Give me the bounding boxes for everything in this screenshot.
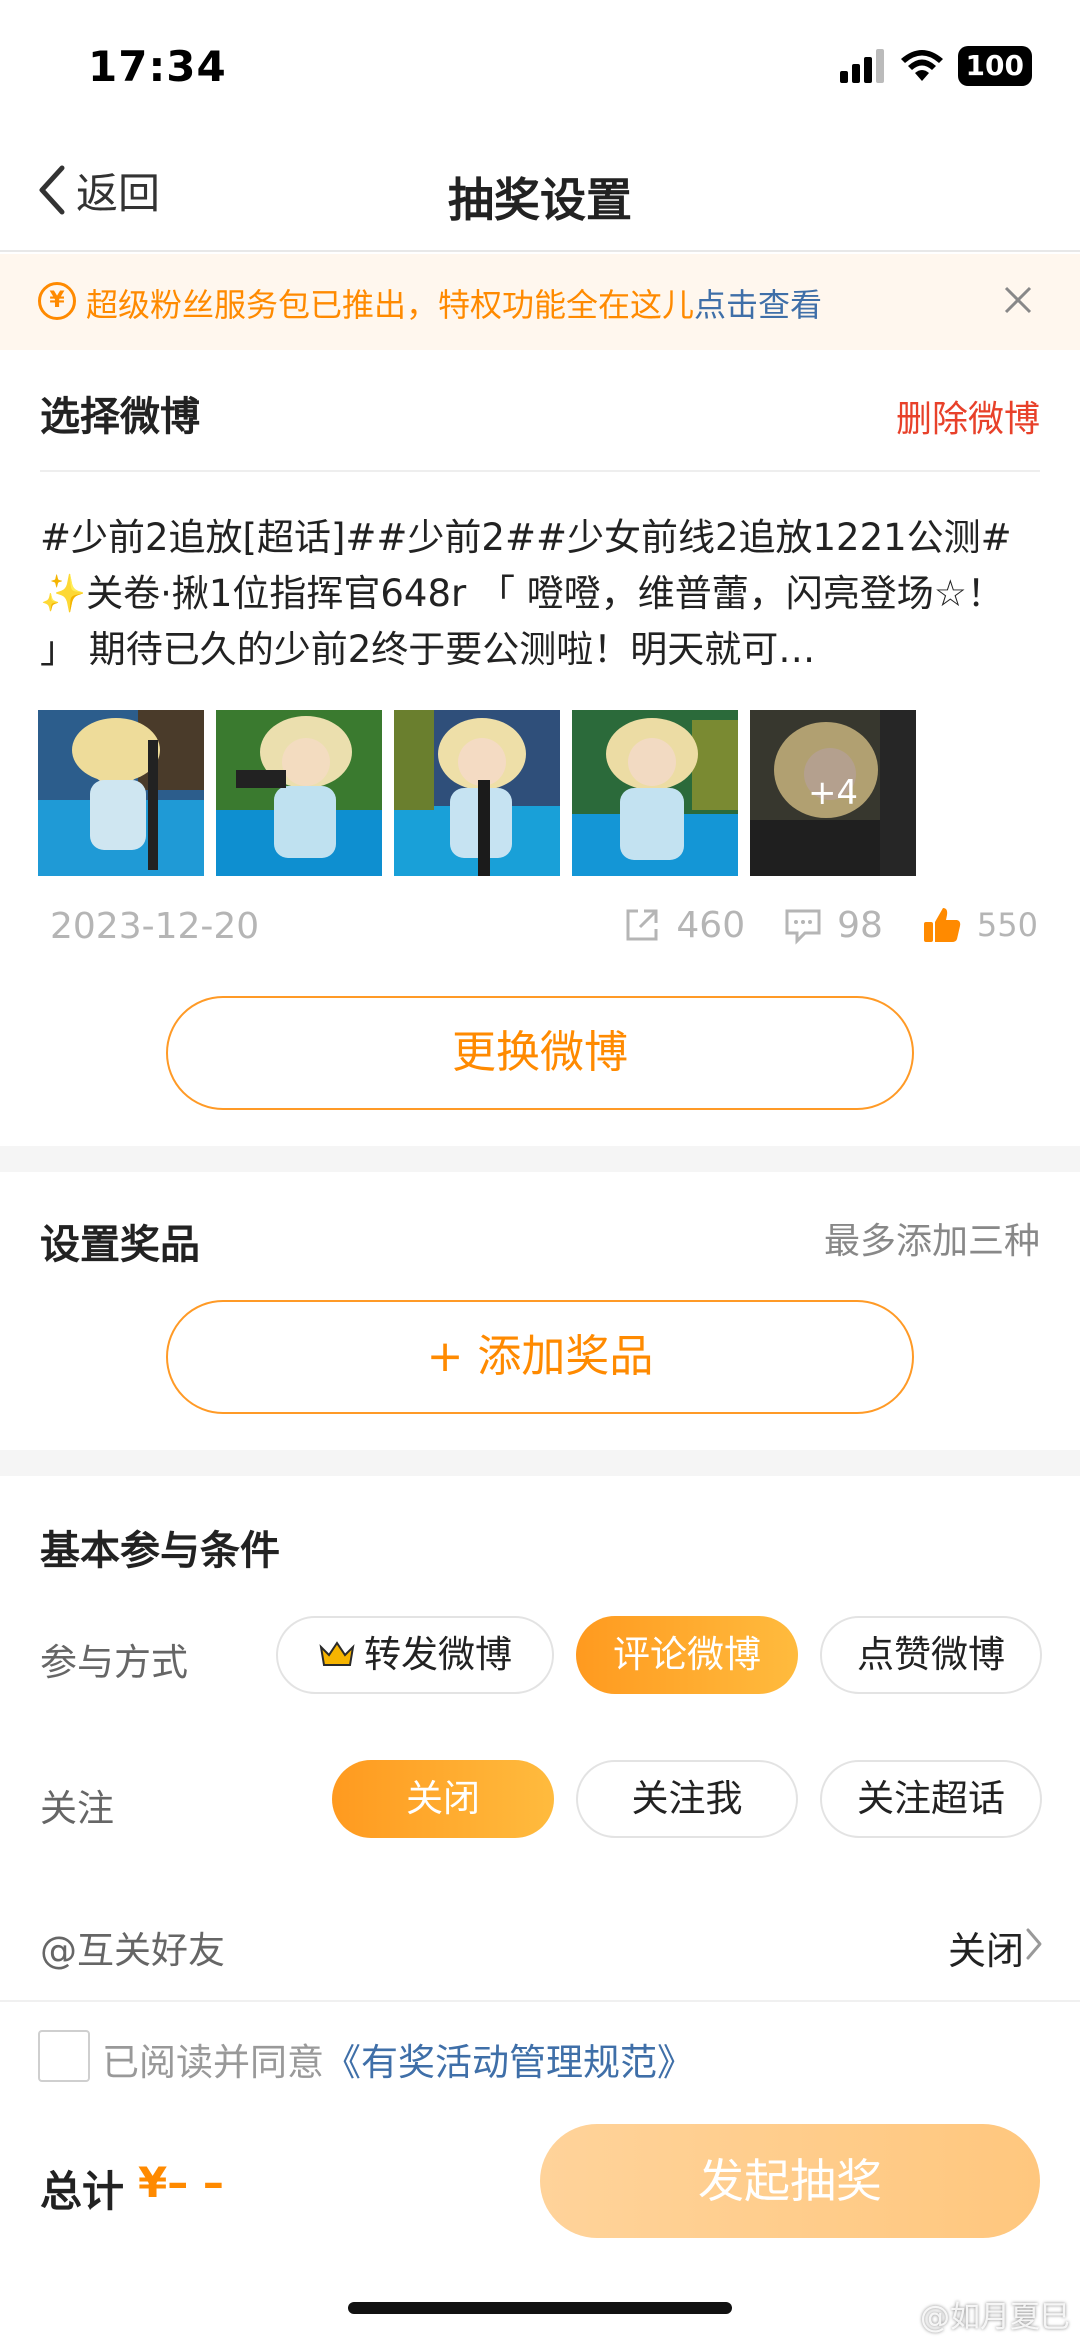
repost-count: 460 — [676, 904, 746, 946]
post-image-strip: +4 — [38, 710, 916, 876]
select-weibo-title: 选择微博 — [40, 394, 200, 440]
agree-prefix: 已阅读并同意 — [102, 2041, 324, 2084]
section-gap — [0, 1146, 1080, 1172]
method-repost-label: 转发微博 — [364, 1633, 512, 1676]
status-bar: 17:34 100 — [0, 0, 1080, 130]
comment-count: 98 — [837, 904, 883, 946]
method-like-chip[interactable]: 点赞微博 — [820, 1616, 1042, 1694]
notice-banner: ¥ 超级粉丝服务包已推出，特权功能全在这儿点击查看 — [0, 254, 1080, 350]
post-image[interactable] — [394, 710, 560, 876]
rules-link[interactable]: 《有奖活动管理规范》 — [324, 2041, 694, 2084]
close-icon[interactable] — [994, 276, 1042, 324]
conditions-title: 基本参与条件 — [40, 1528, 280, 1574]
follow-supertopic-chip[interactable]: 关注超话 — [820, 1760, 1042, 1838]
notice-text: 超级粉丝服务包已推出，特权功能全在这儿点击查看 — [86, 280, 822, 326]
status-time: 17:34 — [88, 42, 227, 91]
agree-checkbox[interactable] — [38, 2030, 90, 2082]
watermark-text: @如月夏巳 — [920, 2300, 1070, 2335]
follow-off-chip[interactable]: 关闭 — [332, 1760, 554, 1838]
post-date: 2023-12-20 — [50, 906, 260, 947]
mutual-friends-label: @互关好友 — [40, 1929, 225, 1972]
notice-link[interactable]: 点击查看 — [694, 286, 822, 324]
status-indicators: 100 — [839, 46, 1032, 86]
battery-indicator: 100 — [957, 46, 1032, 86]
total-value: ¥– – — [138, 2158, 224, 2207]
section-gap — [0, 1450, 1080, 1476]
prizes-hint: 最多添加三种 — [823, 1221, 1040, 1262]
thumbs-up-icon — [923, 908, 961, 942]
agree-text: 已阅读并同意《有奖活动管理规范》 — [102, 2032, 694, 2086]
post-stats: 460 98 550 — [622, 904, 1038, 946]
add-prize-button[interactable]: + 添加奖品 — [166, 1300, 914, 1414]
page-title: 抽奖设置 — [448, 173, 632, 227]
watermark: @如月夏巳 — [880, 2292, 1070, 2336]
chevron-right-icon[interactable] — [1024, 1926, 1044, 1962]
change-weibo-button[interactable]: 更换微博 — [166, 996, 914, 1110]
post-image[interactable] — [216, 710, 382, 876]
post-text: #少前2追放[超话]##少前2##少女前线2追放1221公测# ✨关卷·揪1位指… — [40, 516, 1012, 671]
post-image[interactable] — [38, 710, 204, 876]
post-image[interactable] — [572, 710, 738, 876]
yen-circle-icon: ¥ — [38, 282, 76, 320]
comment-icon — [785, 909, 821, 945]
follow-me-chip[interactable]: 关注我 — [576, 1760, 798, 1838]
like-count: 550 — [976, 906, 1038, 944]
start-lottery-button[interactable]: 发起抽奖 — [540, 2124, 1040, 2238]
weibo-logo-icon — [880, 2302, 913, 2328]
prizes-title: 设置奖品 — [40, 1222, 200, 1268]
wifi-icon — [900, 50, 943, 81]
method-label: 参与方式 — [40, 1641, 188, 1684]
crown-icon — [319, 1640, 355, 1666]
method-repost-chip[interactable]: 转发微博 — [276, 1616, 554, 1694]
notice-message: 超级粉丝服务包已推出，特权功能全在这儿 — [86, 286, 695, 324]
home-indicator — [348, 2302, 732, 2314]
repost-icon — [626, 909, 658, 941]
post-image[interactable]: +4 — [750, 710, 916, 876]
nav-bar: 返回 抽奖设置 — [0, 130, 1080, 252]
delete-weibo-button[interactable]: 删除微博 — [896, 390, 1040, 442]
signal-icon — [839, 49, 884, 83]
method-comment-chip[interactable]: 评论微博 — [576, 1616, 798, 1694]
follow-label: 关注 — [40, 1787, 114, 1830]
mutual-friends-value[interactable]: 关闭 — [948, 1920, 1024, 1975]
divider — [40, 470, 1040, 472]
more-images-count: +4 — [750, 710, 916, 876]
total-label: 总计 — [40, 2167, 125, 2216]
